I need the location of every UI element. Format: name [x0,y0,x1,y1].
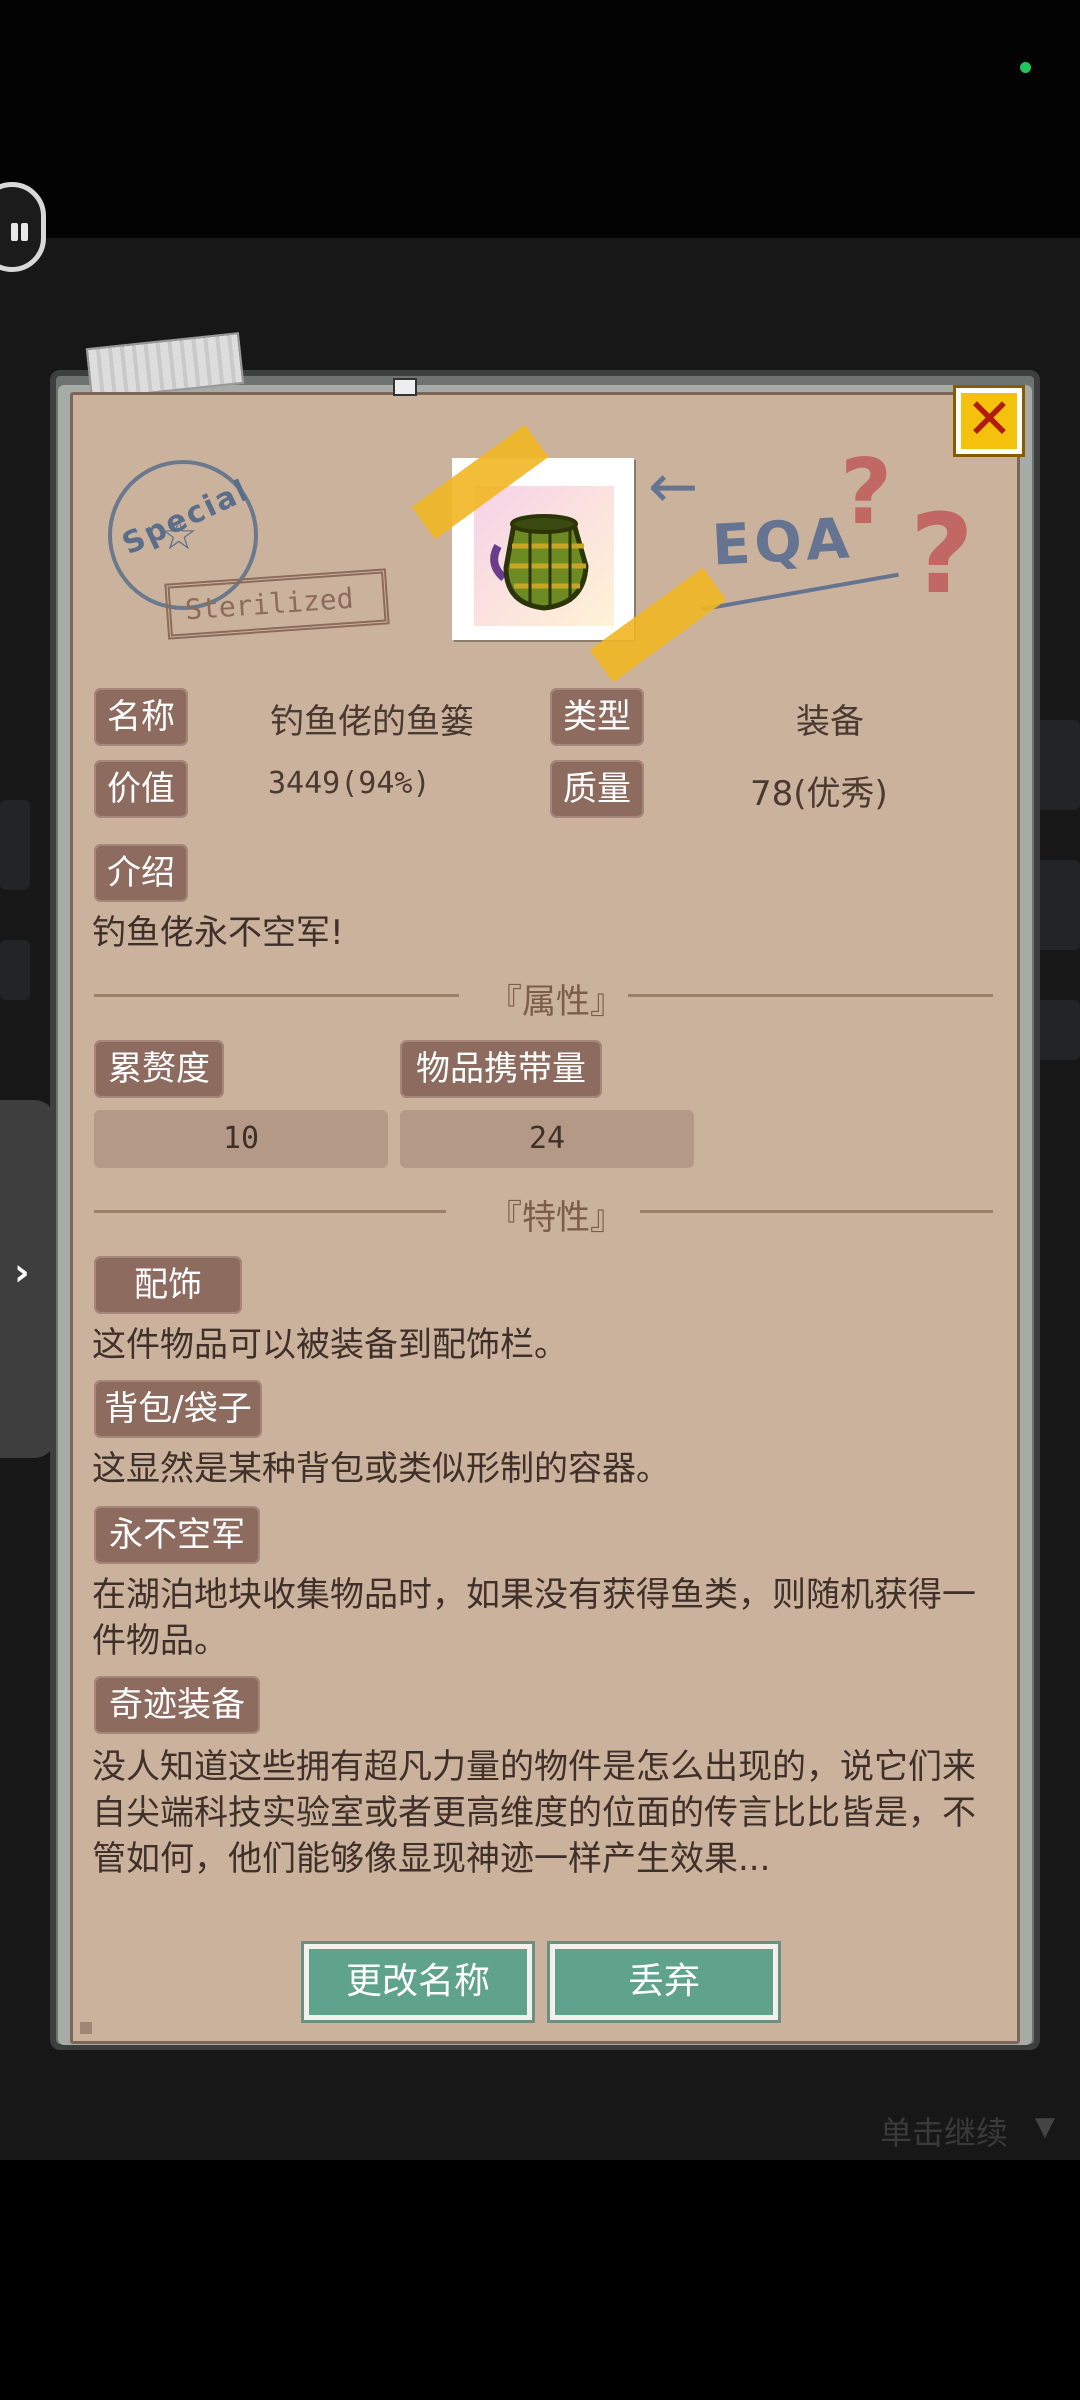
trait-label: 配饰 [94,1256,242,1314]
attributes-heading: 『属性』 [488,982,624,1022]
chevron-right-icon: › [14,1250,30,1294]
sterilized-stamp-text: Sterilized [184,581,355,627]
close-icon: ✕ [966,387,1013,452]
bg-stripe [0,800,30,890]
triangle-down-icon: ▼ [1035,2112,1055,2142]
bottom-area [0,2160,1080,2400]
worth-label: 价值 [94,760,188,818]
divider [628,994,993,997]
pause-button[interactable] [0,182,46,272]
item-image [474,486,614,626]
quality-label: 质量 [550,760,644,818]
divider [94,994,459,997]
intro-label: 介绍 [94,844,188,902]
side-drawer-handle[interactable]: › [0,1100,56,1458]
quality-value: 78(优秀) [750,774,888,814]
discard-button[interactable]: 丢弃 [550,1944,778,2020]
traits-heading: 『特性』 [488,1198,624,1238]
question-mark-icon: ? [840,440,893,545]
tap-to-continue-hint[interactable]: 单击继续 [880,2108,1008,2154]
carry-capacity-label: 物品携带量 [400,1040,602,1098]
close-button[interactable]: ✕ [956,387,1022,454]
question-mark-icon: ? [910,490,974,618]
fatigue-label: 累赘度 [94,1040,224,1098]
trait-label: 永不空军 [94,1506,260,1564]
trait-label: 背包/袋子 [94,1380,262,1438]
trait-label: 奇迹装备 [94,1676,260,1734]
name-value: 钓鱼佬的鱼篓 [270,702,474,742]
bg-stripe [0,940,30,1000]
rename-button[interactable]: 更改名称 [304,1944,532,2020]
star-icon: ☆ [160,510,198,559]
carry-capacity-value: 24 [400,1110,694,1168]
type-value: 装备 [796,702,864,742]
name-label: 名称 [94,688,188,746]
divider [94,1210,446,1213]
arrow-left-icon: ← [648,452,699,522]
trait-text: 这显然是某种背包或类似形制的容器。 [92,1449,670,1489]
status-indicator-dot [1020,62,1031,73]
frame-clip [393,378,417,396]
corner-mark [80,2022,92,2034]
fatigue-value: 10 [94,1110,388,1168]
worth-value: 3449(94%) [268,766,431,801]
type-label: 类型 [550,688,644,746]
intro-text: 钓鱼佬永不空军! [92,913,344,953]
top-status-area [0,0,1080,238]
trait-text: 没人知道这些拥有超凡力量的物件是怎么出现的，说它们来自尖端科技实验室或者更高维度… [92,1747,976,1879]
eqa-scribble: EQA [710,506,855,579]
basket-icon [490,514,589,611]
trait-text: 在湖泊地块收集物品时，如果没有获得鱼类，则随机获得一件物品。 [92,1575,976,1661]
divider [640,1210,993,1213]
trait-text: 这件物品可以被装备到配饰栏。 [92,1325,568,1365]
